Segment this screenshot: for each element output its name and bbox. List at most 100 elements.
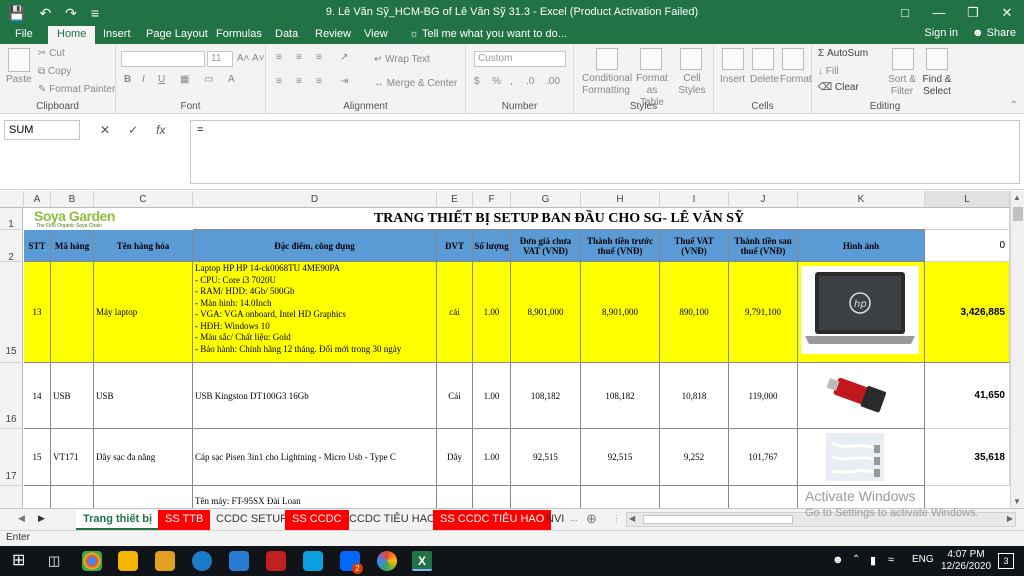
cell-stt[interactable]: 14 [24, 363, 51, 429]
comma-icon[interactable]: , [510, 76, 513, 87]
sheet-tab[interactable]: NVI [539, 510, 571, 530]
cell-image[interactable] [798, 429, 925, 486]
column-header[interactable]: I [660, 191, 729, 208]
cell-pretax[interactable]: 8,901,000 [581, 262, 660, 363]
cancel-icon[interactable]: ✕ [100, 120, 110, 140]
split-handle-icon[interactable]: ⋮ [612, 513, 621, 524]
cell[interactable] [51, 486, 94, 508]
zalo-icon[interactable] [303, 551, 323, 571]
column-header[interactable]: L [925, 191, 1010, 208]
scroll-tabs-left-icon[interactable]: ◀ [18, 513, 25, 524]
find-select-button[interactable]: Find & Select [920, 74, 954, 98]
cell-vat[interactable]: 10,818 [660, 363, 729, 429]
task-view-icon[interactable]: ◫ [48, 553, 60, 569]
percent-icon[interactable]: % [492, 76, 501, 87]
sheet-tab[interactable]: SS CCDC [285, 510, 349, 530]
tab-formulas[interactable]: Formulas [207, 26, 271, 44]
column-header[interactable]: D [193, 191, 437, 208]
wifi-icon[interactable]: ≈ [888, 554, 894, 566]
chevron-up-icon[interactable]: ⌃ [852, 554, 860, 565]
share-button[interactable]: ☻ Share [972, 27, 1016, 39]
cell[interactable] [581, 486, 660, 508]
ribbon-display-icon[interactable]: □ [888, 0, 922, 26]
action-center-icon[interactable]: 3 [998, 553, 1014, 569]
cell-unit[interactable]: Dây [437, 429, 473, 486]
tab-file[interactable]: File [6, 26, 42, 44]
cell[interactable] [437, 486, 473, 508]
cell-total[interactable]: 119,000 [729, 363, 798, 429]
column-header[interactable]: C [94, 191, 193, 208]
edge-icon[interactable] [192, 551, 212, 571]
cell-total[interactable]: 101,767 [729, 429, 798, 486]
cell-pretax[interactable]: 108,182 [581, 363, 660, 429]
browser-icon[interactable] [377, 551, 397, 571]
cell-stt[interactable]: 13 [24, 262, 51, 363]
tell-me-box[interactable]: ☼ Tell me what you want to do... [400, 26, 576, 44]
column-header[interactable]: G [511, 191, 581, 208]
select-all-corner[interactable] [0, 191, 24, 208]
column-header[interactable]: B [51, 191, 94, 208]
sheet-tab[interactable]: Trang thiết bị [76, 510, 160, 530]
font-name-box[interactable] [121, 51, 205, 67]
tab-page-layout[interactable]: Page Layout [137, 26, 217, 44]
format-painter-button[interactable]: ✎ Format Painter [38, 84, 115, 95]
name-box[interactable]: SUM [4, 120, 80, 140]
column-header[interactable]: F [473, 191, 511, 208]
app-icon[interactable] [266, 551, 286, 571]
merge-center-button[interactable]: ↔ Merge & Center [374, 78, 457, 89]
sheet-tab[interactable]: SS CCDC TIÊU HAO [433, 510, 552, 530]
conditional-formatting-button[interactable]: Conditional Formatting [582, 73, 632, 97]
tab-data[interactable]: Data [266, 26, 307, 44]
borders-icon[interactable]: ▦ [180, 74, 189, 85]
header-cell[interactable]: Thành tiền trước thuế (VNĐ) [581, 230, 660, 262]
font-color-icon[interactable]: A [228, 74, 235, 85]
paste-button[interactable]: Paste [6, 74, 32, 85]
scroll-up-icon[interactable]: ▲ [1013, 193, 1021, 202]
autosum-button[interactable]: Σ AutoSum [818, 48, 868, 59]
decrease-decimal-icon[interactable]: .00 [546, 76, 560, 87]
cell-price[interactable]: 108,182 [511, 363, 581, 429]
cell-qty[interactable]: 1.00 [473, 429, 511, 486]
cell-name[interactable]: Máy laptop [94, 262, 193, 363]
column-header[interactable]: K [798, 191, 925, 208]
cell-unit[interactable]: Cái [437, 363, 473, 429]
row-header[interactable]: 17 [0, 429, 23, 486]
messenger-icon[interactable]: 2 [340, 551, 363, 574]
horizontal-scroll-thumb[interactable] [643, 515, 793, 524]
fill-button[interactable]: ↓ Fill [818, 66, 839, 77]
excel-icon[interactable]: X [412, 551, 432, 571]
bold-icon[interactable]: B [124, 74, 131, 85]
collapse-ribbon-icon[interactable]: ⌃ [1010, 100, 1018, 111]
cell[interactable]: 0 [925, 230, 1010, 262]
format-cells-button[interactable]: Format [780, 74, 812, 85]
middle-align-icon[interactable]: ≡ [296, 52, 302, 63]
cell-image[interactable]: hp [798, 262, 925, 363]
cell-desc[interactable]: Tên máy: FT-95SX Đài Loan [193, 486, 437, 508]
vertical-scroll-thumb[interactable] [1013, 207, 1023, 221]
row-header[interactable]: 2 [0, 230, 23, 263]
cell[interactable]: 35,618 [925, 429, 1010, 486]
fill-color-icon[interactable]: ▭ [204, 74, 213, 85]
language-indicator[interactable]: ENG [912, 554, 934, 565]
store-icon[interactable] [118, 551, 138, 571]
scroll-down-icon[interactable]: ▼ [1013, 497, 1021, 506]
bottom-align-icon[interactable]: ≡ [316, 52, 322, 63]
vertical-scrollbar[interactable]: ▲ ▼ [1010, 191, 1024, 508]
sheet-title[interactable]: TRANG THIẾT BỊ SETUP BAN ĐẦU CHO SG- LÊ … [193, 208, 925, 230]
calendar-icon[interactable] [229, 551, 249, 571]
cell-total[interactable]: 9,791,100 [729, 262, 798, 363]
cell-code[interactable]: VT171 [51, 429, 94, 486]
cell-price[interactable]: 8,901,000 [511, 262, 581, 363]
sheet-tab[interactable]: CCDC TIÊU HAO [342, 510, 443, 530]
header-cell[interactable]: Thuế VAT (VNĐ) [660, 230, 729, 262]
wrap-text-button[interactable]: ↵ Wrap Text [374, 54, 430, 65]
tab-home[interactable]: Home [48, 26, 96, 44]
header-cell[interactable]: Đặc điểm, công dụng [193, 230, 437, 262]
orientation-icon[interactable]: ↗ [340, 52, 348, 63]
column-header[interactable]: J [729, 191, 798, 208]
cell[interactable]: 3,426,885 [925, 262, 1010, 363]
cell-image[interactable] [798, 363, 925, 429]
cell-code[interactable] [51, 262, 94, 363]
cell-price[interactable]: 92,515 [511, 429, 581, 486]
row-header[interactable]: 1 [0, 208, 23, 230]
